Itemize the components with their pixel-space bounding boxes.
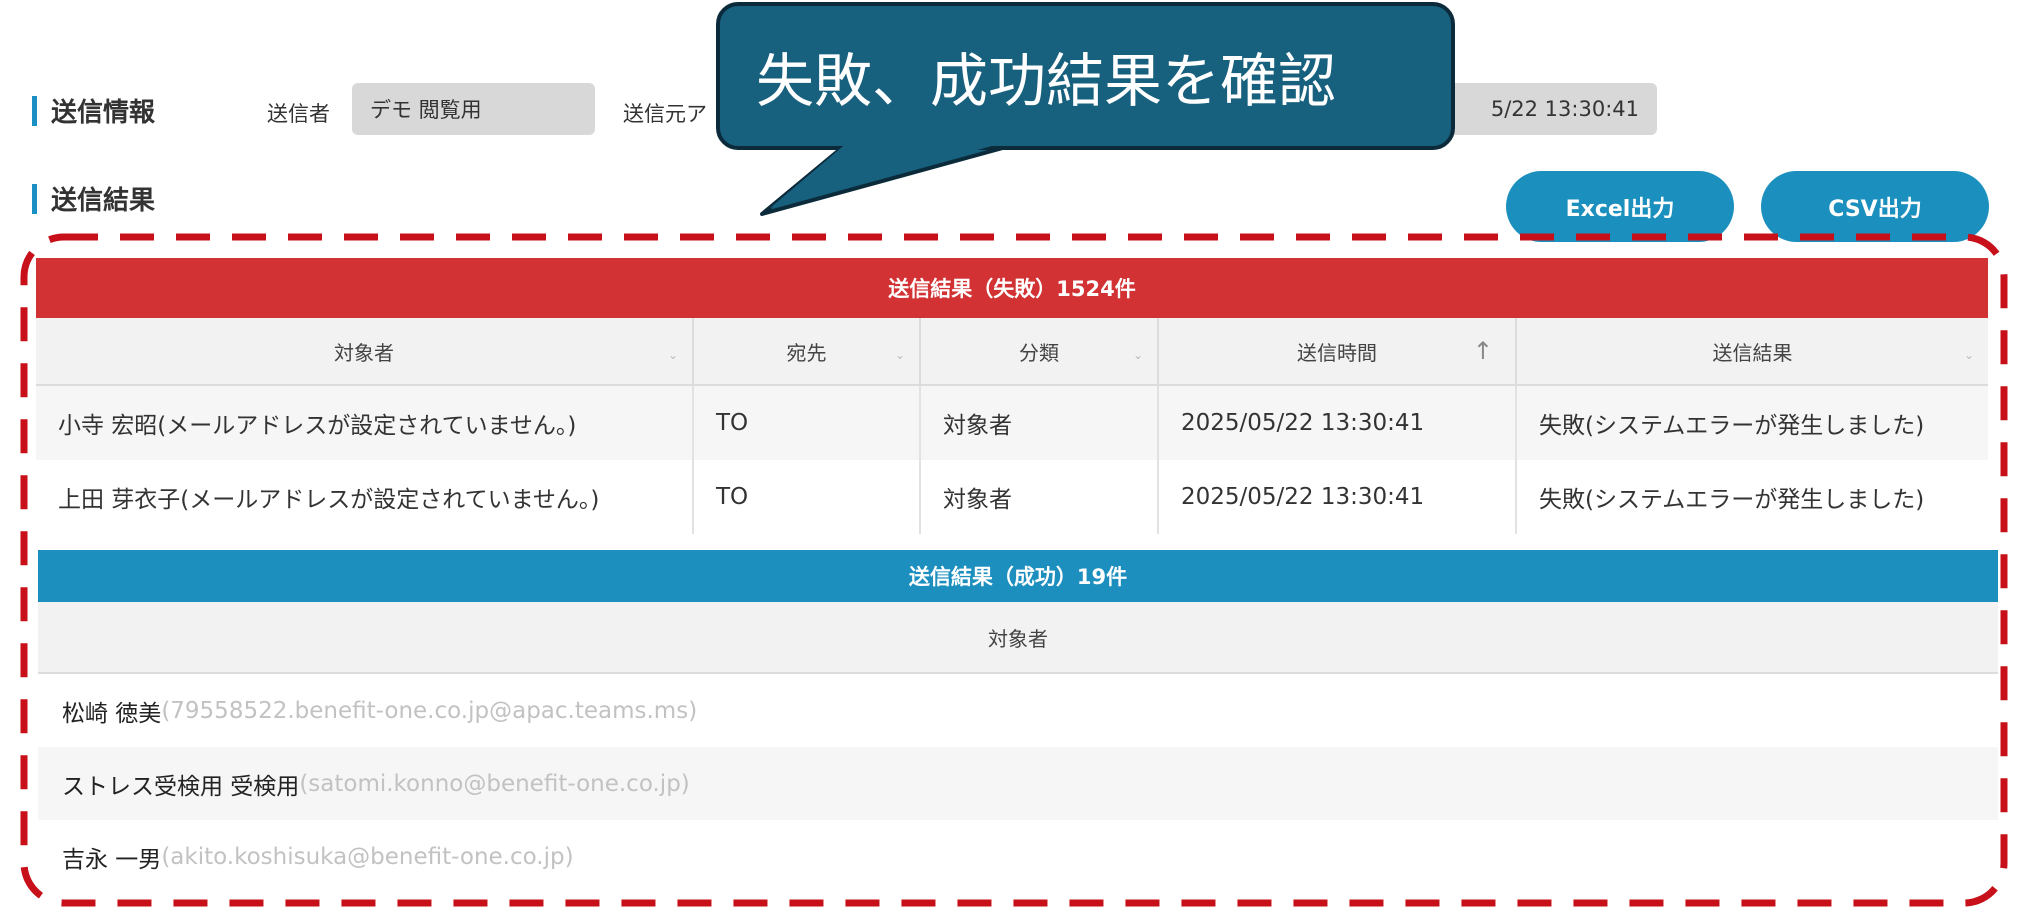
recipient-name: 松崎 徳美	[62, 700, 162, 727]
column-header-label: 送信時間	[1297, 340, 1377, 365]
sort-icon: ⌄	[1963, 348, 1974, 362]
callout-annotation: 失敗、成功結果を確認	[716, 2, 1455, 150]
column-header-category[interactable]: 分類 ⌄	[921, 318, 1159, 384]
send-datetime-field: 5/22 13:30:41	[1440, 83, 1657, 135]
cell-destination: TO	[694, 460, 921, 534]
recipient-email: (79558522.benefit-one.co.jp@apac.teams.m…	[161, 697, 698, 724]
cell-target: 上田 芽衣子(メールアドレスが設定されていません。)	[36, 460, 694, 534]
heading-accent-bar	[32, 183, 37, 214]
sort-icon: ⌄	[1132, 348, 1143, 362]
list-item: ストレス受検用 受検用 (satomi.konno@benefit-one.co…	[38, 747, 1998, 820]
column-header-destination[interactable]: 宛先 ⌄	[694, 318, 921, 384]
fail-table-body: 小寺 宏昭(メールアドレスが設定されていません。) TO 対象者 2025/05…	[36, 386, 1988, 534]
column-header-label: 送信結果	[1712, 340, 1793, 365]
column-header-send-time[interactable]: 送信時間 ↑	[1159, 318, 1517, 384]
cell-send-result: 失敗(システムエラーが発生しました)	[1539, 487, 1925, 513]
send-result-heading-text: 送信結果	[51, 186, 156, 216]
sort-ascending-icon: ↑	[1472, 337, 1493, 365]
cell-target: 小寺 宏昭(メールアドレスが設定されていません。)	[36, 386, 694, 460]
callout-text: 失敗、成功結果を確認	[756, 47, 1337, 115]
send-info-heading-text: 送信情報	[51, 98, 156, 128]
send-datetime-value: 5/22 13:30:41	[1490, 97, 1639, 121]
source-label: 送信元ア	[623, 102, 707, 126]
fail-table-header: 対象者 ⌄ 宛先 ⌄ 分類 ⌄ 送信時間 ↑ 送信結果 ⌄	[36, 318, 1988, 386]
column-header-label: 対象者	[334, 340, 394, 365]
column-header-label: 対象者	[988, 626, 1048, 651]
cell-category: 対象者	[921, 460, 1159, 534]
success-results-table: 送信結果（成功）19件 対象者 松崎 徳美 (79558522.benefit-…	[38, 550, 1998, 893]
table-row: 上田 芽衣子(メールアドレスが設定されていません。) TO 対象者 2025/0…	[36, 460, 1988, 534]
sender-value: デモ 閲覧用	[370, 98, 482, 122]
column-header-target[interactable]: 対象者	[38, 602, 1998, 674]
list-item: 松崎 徳美 (79558522.benefit-one.co.jp@apac.t…	[38, 674, 1998, 747]
heading-accent-bar	[32, 95, 37, 126]
sender-label: 送信者	[267, 102, 330, 126]
cell-send-time: 2025/05/22 13:30:41	[1159, 386, 1517, 460]
sort-icon: ⌄	[667, 348, 678, 362]
cell-send-result: 失敗(システムエラーが発生しました)	[1539, 413, 1925, 439]
table-row: 小寺 宏昭(メールアドレスが設定されていません。) TO 対象者 2025/05…	[36, 386, 1988, 460]
column-header-label: 分類	[1019, 340, 1059, 365]
cell-send-time: 2025/05/22 13:30:41	[1159, 460, 1517, 534]
recipient-name: ストレス受検用 受検用	[62, 773, 300, 800]
send-result-heading: 送信結果	[32, 180, 155, 217]
column-header-label: 宛先	[786, 340, 827, 365]
sender-field: デモ 閲覧用	[352, 83, 595, 135]
recipient-email: (satomi.konno@benefit-one.co.jp)	[299, 770, 690, 797]
cell-destination: TO	[694, 386, 921, 460]
send-info-heading: 送信情報	[32, 92, 155, 129]
csv-export-button[interactable]: CSV出力	[1761, 171, 1989, 242]
success-table-body: 松崎 徳美 (79558522.benefit-one.co.jp@apac.t…	[38, 674, 1998, 893]
recipient-email: (akito.koshisuka@benefit-one.co.jp)	[161, 843, 574, 870]
fail-results-table: 送信結果（失敗）1524件 対象者 ⌄ 宛先 ⌄ 分類 ⌄ 送信時間 ↑ 送信結…	[36, 258, 1988, 534]
column-header-target[interactable]: 対象者 ⌄	[36, 318, 694, 384]
sort-icon: ⌄	[894, 348, 905, 362]
column-header-send-result[interactable]: 送信結果 ⌄	[1517, 318, 1988, 384]
cell-category: 対象者	[921, 386, 1159, 460]
success-table-title: 送信結果（成功）19件	[38, 550, 1998, 602]
excel-export-button[interactable]: Excel出力	[1506, 171, 1734, 242]
recipient-name: 吉永 一男	[62, 846, 162, 873]
list-item: 吉永 一男 (akito.koshisuka@benefit-one.co.jp…	[38, 820, 1998, 893]
fail-table-title: 送信結果（失敗）1524件	[36, 258, 1988, 318]
